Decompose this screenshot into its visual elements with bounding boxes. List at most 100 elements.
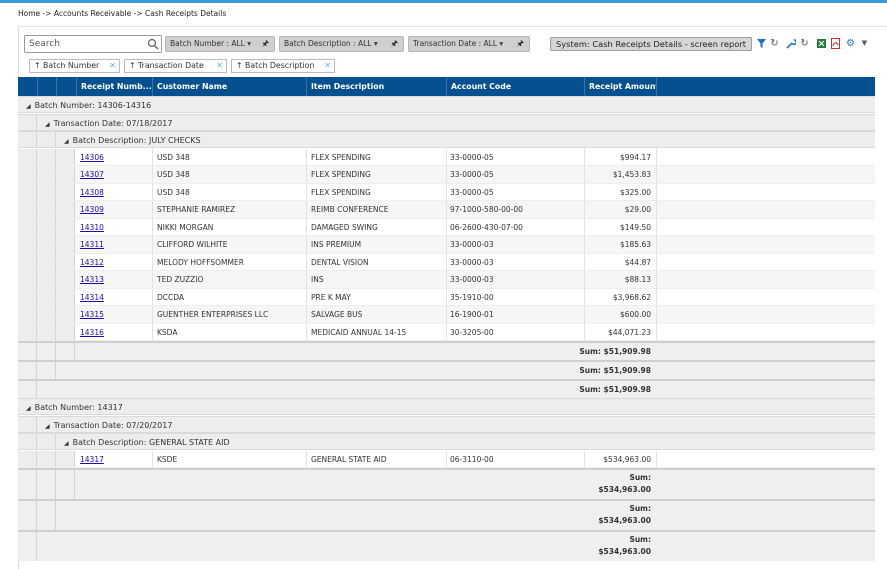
indent-cell bbox=[56, 253, 75, 270]
refresh-icon[interactable]: ↻ bbox=[769, 37, 780, 50]
filter-batch-number[interactable]: Batch Number : ALL ▾ 🖈 bbox=[165, 36, 275, 52]
group-row[interactable]: ◢ Transaction Date: 07/18/2017 bbox=[18, 113, 875, 133]
group-title[interactable]: ◢ Batch Number: 14317 bbox=[26, 399, 123, 417]
indent-cell bbox=[37, 470, 56, 499]
receipt-number-cell[interactable]: 14312 bbox=[80, 254, 104, 271]
group-row[interactable]: ◢ Batch Number: 14306-14316 bbox=[18, 96, 875, 113]
table-row: 14309 STEPHANIE RAMIREZ REIMB CONFERENCE 97… bbox=[18, 201, 875, 219]
receipt-number-cell[interactable]: 14311 bbox=[80, 236, 104, 253]
wrench-icon[interactable] bbox=[785, 37, 796, 50]
group-chip-batch-number[interactable]: ↑ Batch Number ✕ bbox=[29, 59, 120, 73]
receipt-number-link[interactable]: 14315 bbox=[80, 310, 104, 319]
close-icon[interactable]: ✕ bbox=[324, 60, 331, 72]
group-row[interactable]: ◢ Batch Description: GENERAL STATE AID bbox=[18, 433, 875, 450]
indent-cell bbox=[37, 362, 56, 379]
pdf-icon[interactable] bbox=[830, 37, 841, 50]
column-header-account-code[interactable]: Account Code bbox=[446, 77, 584, 96]
cell-divider bbox=[446, 288, 447, 305]
group-title[interactable]: ◢ Batch Description: JULY CHECKS bbox=[64, 132, 201, 150]
expand-triangle-icon[interactable]: ◢ bbox=[26, 103, 31, 110]
group-row[interactable]: ◢ Batch Number: 14317 bbox=[18, 398, 875, 415]
expand-triangle-icon[interactable]: ◢ bbox=[64, 138, 69, 145]
receipt-number-link[interactable]: 14308 bbox=[80, 188, 104, 197]
expand-triangle-icon[interactable]: ◢ bbox=[64, 440, 69, 447]
receipt-number-link[interactable]: 14312 bbox=[80, 258, 104, 267]
search-box[interactable] bbox=[24, 35, 162, 53]
search-input[interactable] bbox=[25, 36, 143, 52]
column-header-receipt-amount[interactable]: Receipt Amount bbox=[584, 77, 656, 96]
receipt-amount-cell: $534,963.00 bbox=[603, 454, 651, 464]
receipt-number-link[interactable]: 14307 bbox=[80, 170, 104, 179]
receipt-number-cell[interactable]: 14306 bbox=[80, 149, 104, 166]
customer-name-cell: GUENTHER ENTERPRISES LLC bbox=[157, 310, 269, 319]
pin-icon[interactable]: 🖈 bbox=[262, 37, 269, 51]
expand-triangle-icon[interactable]: ◢ bbox=[45, 121, 50, 128]
receipt-number-link[interactable]: 14316 bbox=[80, 328, 104, 337]
sum-value: Sum: $51,909.98 bbox=[579, 347, 651, 356]
receipt-number-cell[interactable]: 14316 bbox=[80, 324, 104, 341]
receipt-number-link[interactable]: 14317 bbox=[80, 455, 104, 464]
receipt-number-link[interactable]: 14309 bbox=[80, 205, 104, 214]
chevron-down-icon[interactable]: ▼ bbox=[859, 37, 870, 50]
search-icon[interactable] bbox=[147, 38, 159, 50]
receipt-number-cell[interactable]: 14308 bbox=[80, 184, 104, 201]
group-row[interactable]: ◢ Transaction Date: 07/20/2017 bbox=[18, 415, 875, 435]
filter-batch-description[interactable]: Batch Description : ALL ▾ 🖈 bbox=[279, 36, 404, 52]
receipt-number-cell[interactable]: 14314 bbox=[80, 289, 104, 306]
receipt-number-cell[interactable]: 14313 bbox=[80, 271, 104, 288]
indent-cell bbox=[18, 132, 37, 147]
group-row[interactable]: ◢ Batch Description: JULY CHECKS bbox=[18, 131, 875, 148]
filter-label: Transaction Date : ALL ▾ bbox=[413, 39, 504, 48]
filter-transaction-date[interactable]: Transaction Date : ALL ▾ 🖈 bbox=[408, 36, 530, 52]
breadcrumb[interactable]: Home -> Accounts Receivable -> Cash Rece… bbox=[18, 9, 226, 18]
cell-divider bbox=[656, 450, 657, 467]
table-row: 14316 KSDA MEDICAID ANNUAL 14-15 30-3205-00… bbox=[18, 323, 875, 341]
receipt-number-cell[interactable]: 14315 bbox=[80, 306, 104, 323]
receipt-number-cell[interactable]: 14317 bbox=[80, 451, 104, 468]
sort-up-icon[interactable]: ↑ bbox=[236, 61, 243, 70]
receipt-number-link[interactable]: 14311 bbox=[80, 240, 104, 249]
table-row: 14308 USD 348 FLEX SPENDING 33-0000-05 $325.… bbox=[18, 183, 875, 201]
group-title[interactable]: ◢ Batch Description: GENERAL STATE AID bbox=[64, 434, 230, 452]
close-icon[interactable]: ✕ bbox=[216, 60, 223, 72]
sort-up-icon[interactable]: ↑ bbox=[34, 61, 41, 70]
column-header-receipt-number[interactable]: Receipt Numb... bbox=[76, 77, 152, 96]
column-header-customer-name[interactable]: Customer Name bbox=[152, 77, 306, 96]
close-icon[interactable]: ✕ bbox=[109, 60, 116, 72]
column-header-item-description[interactable]: Item Description bbox=[306, 77, 446, 96]
receipt-number-cell[interactable]: 14307 bbox=[80, 166, 104, 183]
gear-icon[interactable]: ⚙ bbox=[845, 37, 856, 50]
receipt-number-link[interactable]: 14306 bbox=[80, 153, 104, 162]
receipt-number-cell[interactable]: 14310 bbox=[80, 219, 104, 236]
receipt-amount-cell: $3,968.62 bbox=[612, 292, 651, 302]
group-title[interactable]: ◢ Batch Number: 14306-14316 bbox=[26, 97, 151, 115]
group-title[interactable]: ◢ Transaction Date: 07/20/2017 bbox=[45, 417, 172, 435]
item-description-cell: DENTAL VISION bbox=[311, 257, 369, 267]
receipt-number-cell[interactable]: 14309 bbox=[80, 201, 104, 218]
group-chip-batch-description[interactable]: ↑ Batch Description ✕ bbox=[231, 59, 335, 73]
pin-icon[interactable]: 🖈 bbox=[517, 37, 524, 51]
filter-icon[interactable] bbox=[756, 37, 767, 50]
indent-cell bbox=[18, 416, 37, 432]
indent-cell bbox=[18, 381, 37, 398]
system-report-button[interactable]: System: Cash Receipts Details - screen r… bbox=[550, 37, 752, 51]
receipt-number-link[interactable]: 14314 bbox=[80, 293, 104, 302]
excel-icon[interactable] bbox=[816, 37, 827, 50]
expand-triangle-icon[interactable]: ◢ bbox=[26, 405, 31, 412]
cell-divider bbox=[656, 148, 657, 165]
customer-name-cell: KSDE bbox=[157, 454, 178, 464]
account-code-cell: 33-0000-05 bbox=[450, 187, 494, 197]
receipt-amount-cell: $44,071.23 bbox=[608, 327, 651, 337]
cell-divider bbox=[446, 166, 447, 183]
expand-triangle-icon[interactable]: ◢ bbox=[45, 423, 50, 430]
table-row: 14307 USD 348 FLEX SPENDING 33-0000-05 $1,45… bbox=[18, 166, 875, 184]
pin-icon[interactable]: 🖈 bbox=[391, 37, 398, 51]
group-title[interactable]: ◢ Transaction Date: 07/18/2017 bbox=[45, 115, 172, 133]
customer-name-cell: USD 348 bbox=[157, 152, 190, 162]
group-chip-transaction-date[interactable]: ↑ Transaction Date ✕ bbox=[124, 59, 227, 73]
refresh-icon[interactable]: ↻ bbox=[799, 37, 810, 50]
cell-divider bbox=[656, 288, 657, 305]
receipt-number-link[interactable]: 14313 bbox=[80, 275, 104, 284]
sort-up-icon[interactable]: ↑ bbox=[129, 61, 136, 70]
receipt-number-link[interactable]: 14310 bbox=[80, 223, 104, 232]
